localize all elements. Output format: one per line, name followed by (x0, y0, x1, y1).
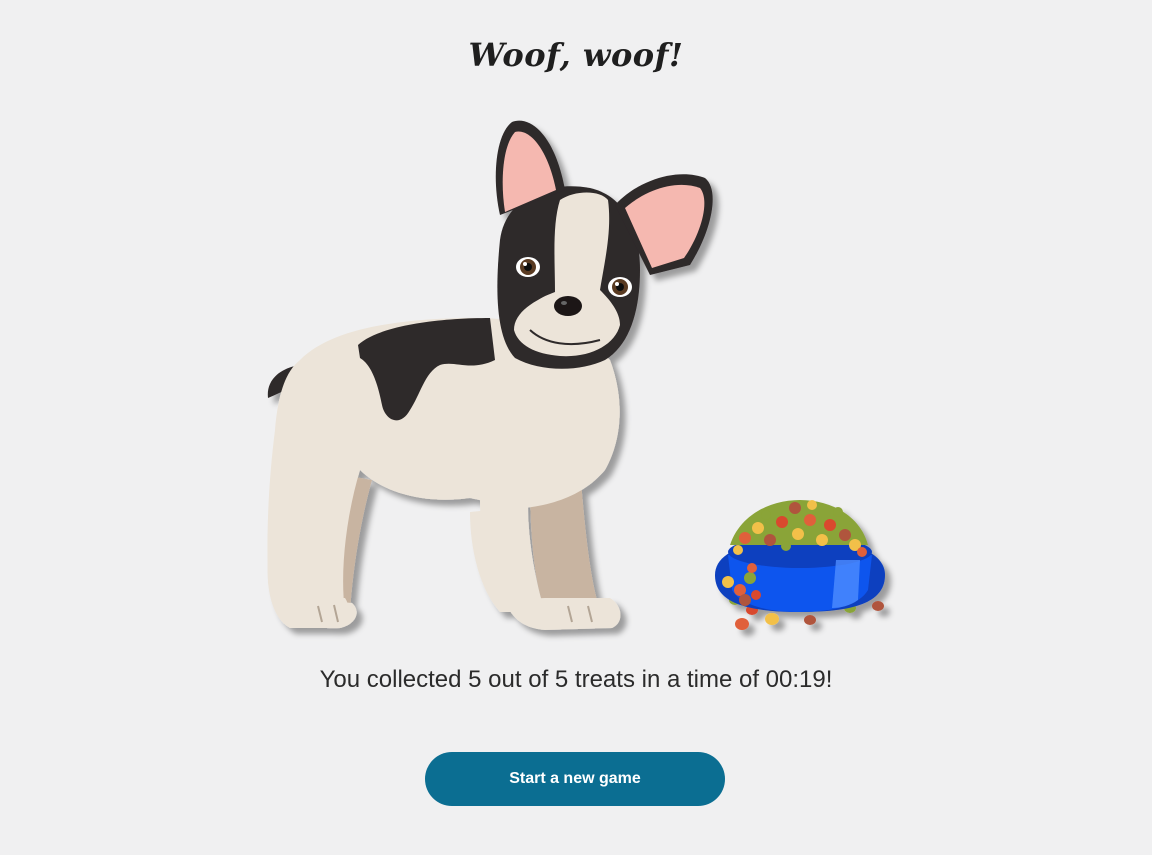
dog-icon (267, 120, 713, 630)
result-message: You collected 5 out of 5 treats in a tim… (319, 666, 833, 693)
game-scene (267, 120, 885, 630)
start-new-game-button[interactable]: Start a new game (425, 752, 725, 806)
food-bowl-icon (715, 500, 885, 630)
game-over-screen: Woof, woof! You collected 5 out of 5 tre… (0, 0, 1152, 855)
page-title: Woof, woof! (468, 36, 684, 74)
